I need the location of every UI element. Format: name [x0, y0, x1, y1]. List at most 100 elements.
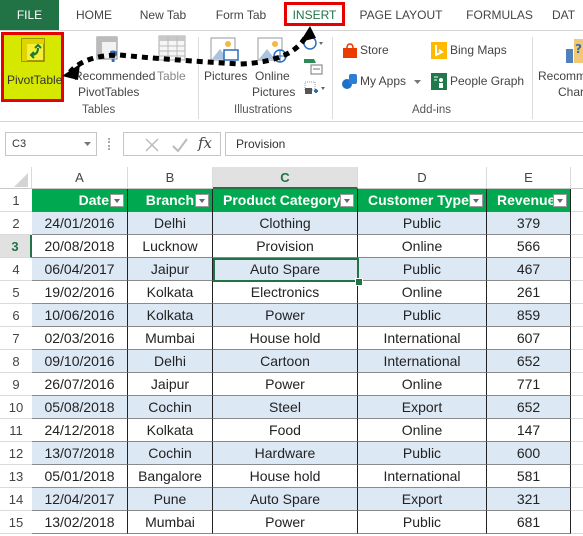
cell-branch[interactable]: Mumbai	[128, 327, 213, 350]
row-header-2[interactable]: 2	[0, 212, 32, 235]
cell-customer-type[interactable]: Online	[358, 373, 487, 396]
row-header-10[interactable]: 10	[0, 396, 32, 419]
row-header-3[interactable]: 3	[0, 235, 32, 258]
column-header-b[interactable]: B	[128, 167, 213, 189]
cell-customer-type[interactable]: Public	[358, 511, 487, 534]
cell-product-category[interactable]: Auto Spare	[213, 488, 358, 511]
header-cell-product-category[interactable]: Product Category	[213, 189, 358, 212]
cell-customer-type[interactable]: Online	[358, 235, 487, 258]
cell-product-category[interactable]: Provision	[213, 235, 358, 258]
header-cell-date[interactable]: Date	[32, 189, 128, 212]
cell-date[interactable]: 06/04/2017	[32, 258, 128, 281]
cell-product-category[interactable]: House hold	[213, 327, 358, 350]
column-header-c[interactable]: C	[213, 167, 358, 189]
cell-date[interactable]: 10/06/2016	[32, 304, 128, 327]
filter-dropdown-icon[interactable]	[553, 194, 567, 207]
cell-customer-type[interactable]: International	[358, 350, 487, 373]
cell-date[interactable]: 20/08/2018	[32, 235, 128, 258]
empty-cell[interactable]	[571, 258, 583, 281]
cell-product-category[interactable]: House hold	[213, 465, 358, 488]
formula-input[interactable]: Provision	[225, 132, 583, 156]
empty-cell[interactable]	[571, 350, 583, 373]
column-header-f[interactable]	[571, 167, 583, 189]
header-cell-revenue[interactable]: Revenue	[487, 189, 571, 212]
row-header-6[interactable]: 6	[0, 304, 32, 327]
cell-revenue[interactable]: 147	[487, 419, 571, 442]
cell-revenue[interactable]: 321	[487, 488, 571, 511]
row-header-1[interactable]: 1	[0, 189, 32, 212]
cell-customer-type[interactable]: Online	[358, 281, 487, 304]
cell-revenue[interactable]: 379	[487, 212, 571, 235]
column-header-e[interactable]: E	[487, 167, 571, 189]
filter-dropdown-icon[interactable]	[469, 194, 483, 207]
cell-branch[interactable]: Delhi	[128, 350, 213, 373]
filter-dropdown-icon[interactable]	[340, 194, 354, 207]
header-cell-customer-type[interactable]: Customer Type	[358, 189, 487, 212]
cell-product-category[interactable]: Clothing	[213, 212, 358, 235]
cell-date[interactable]: 05/01/2018	[32, 465, 128, 488]
enter-check-icon[interactable]	[172, 137, 188, 153]
empty-cell[interactable]	[571, 488, 583, 511]
cell-date[interactable]: 24/12/2018	[32, 419, 128, 442]
select-all-corner[interactable]	[0, 167, 32, 189]
cell-revenue[interactable]: 600	[487, 442, 571, 465]
cell-branch[interactable]: Lucknow	[128, 235, 213, 258]
cell-customer-type[interactable]: Public	[358, 212, 487, 235]
empty-cell[interactable]	[571, 419, 583, 442]
cell-branch[interactable]: Kolkata	[128, 419, 213, 442]
row-header-5[interactable]: 5	[0, 281, 32, 304]
cell-revenue[interactable]: 581	[487, 465, 571, 488]
empty-cell[interactable]	[571, 465, 583, 488]
cell-product-category[interactable]: Food	[213, 419, 358, 442]
cell-branch[interactable]: Pune	[128, 488, 213, 511]
empty-cell[interactable]	[571, 304, 583, 327]
cell-customer-type[interactable]: Online	[358, 419, 487, 442]
empty-cell[interactable]	[571, 511, 583, 534]
empty-cell[interactable]	[571, 235, 583, 258]
row-header-8[interactable]: 8	[0, 350, 32, 373]
cell-date[interactable]: 24/01/2016	[32, 212, 128, 235]
cell-product-category[interactable]: Cartoon	[213, 350, 358, 373]
cell-customer-type[interactable]: Public	[358, 442, 487, 465]
cell-branch[interactable]: Kolkata	[128, 281, 213, 304]
empty-cell[interactable]	[571, 189, 583, 212]
header-cell-branch[interactable]: Branch	[128, 189, 213, 212]
empty-cell[interactable]	[571, 212, 583, 235]
cell-customer-type[interactable]: Public	[358, 304, 487, 327]
column-header-d[interactable]: D	[358, 167, 487, 189]
cell-revenue[interactable]: 681	[487, 511, 571, 534]
cell-branch[interactable]: Bangalore	[128, 465, 213, 488]
cell-revenue[interactable]: 607	[487, 327, 571, 350]
cell-customer-type[interactable]: Public	[358, 258, 487, 281]
cell-revenue[interactable]: 859	[487, 304, 571, 327]
cell-revenue[interactable]: 566	[487, 235, 571, 258]
row-header-12[interactable]: 12	[0, 442, 32, 465]
cell-customer-type[interactable]: International	[358, 327, 487, 350]
cell-revenue[interactable]: 652	[487, 350, 571, 373]
cell-date[interactable]: 09/10/2016	[32, 350, 128, 373]
cell-revenue[interactable]: 261	[487, 281, 571, 304]
cell-product-category[interactable]: Electronics	[213, 281, 358, 304]
cell-branch[interactable]: Jaipur	[128, 258, 213, 281]
cell-product-category[interactable]: Power	[213, 304, 358, 327]
row-header-14[interactable]: 14	[0, 488, 32, 511]
cell-product-category[interactable]: Steel	[213, 396, 358, 419]
cell-revenue[interactable]: 652	[487, 396, 571, 419]
cell-date[interactable]: 05/08/2018	[32, 396, 128, 419]
row-header-11[interactable]: 11	[0, 419, 32, 442]
cell-customer-type[interactable]: Export	[358, 396, 487, 419]
insert-function-icon[interactable]: fx	[198, 134, 212, 152]
cell-date[interactable]: 02/03/2016	[32, 327, 128, 350]
empty-cell[interactable]	[571, 396, 583, 419]
cell-branch[interactable]: Cochin	[128, 442, 213, 465]
cell-customer-type[interactable]: Export	[358, 488, 487, 511]
row-header-4[interactable]: 4	[0, 258, 32, 281]
row-header-7[interactable]: 7	[0, 327, 32, 350]
cancel-icon[interactable]	[144, 137, 160, 153]
cell-branch[interactable]: Mumbai	[128, 511, 213, 534]
cell-product-category[interactable]: Power	[213, 373, 358, 396]
cell-branch[interactable]: Cochin	[128, 396, 213, 419]
cell-date[interactable]: 13/07/2018	[32, 442, 128, 465]
fill-handle[interactable]	[355, 278, 363, 286]
row-header-9[interactable]: 9	[0, 373, 32, 396]
